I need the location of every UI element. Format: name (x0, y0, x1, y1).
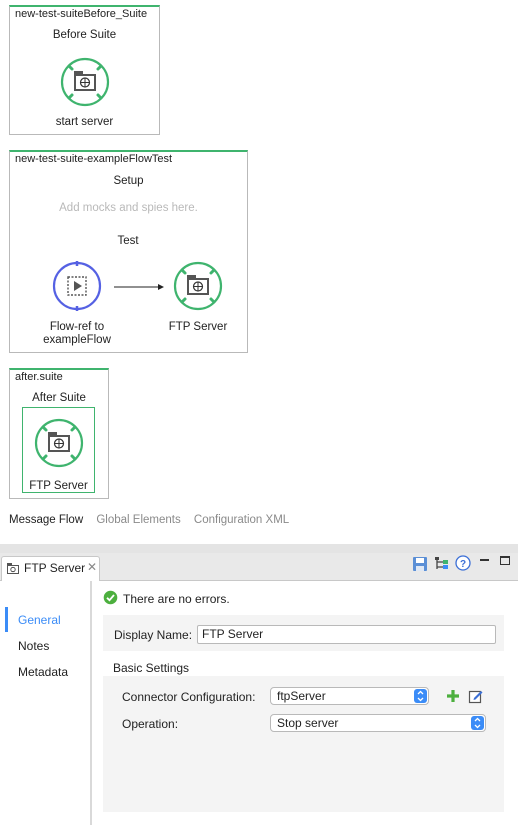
setup-title: Setup (113, 175, 144, 187)
ftp-connector-icon[interactable] (172, 260, 224, 312)
chevron-updown-icon (471, 716, 484, 730)
save-icon[interactable] (412, 556, 428, 572)
display-name-input[interactable]: FTP Server (197, 625, 496, 644)
editor-tab[interactable]: FTP Server ✕ (1, 556, 100, 581)
success-icon (103, 590, 118, 605)
help-icon[interactable]: ? (455, 555, 471, 571)
node-label: start server (55, 116, 114, 128)
scope-title: after.suite (15, 371, 63, 383)
basic-settings-title: Basic Settings (113, 661, 190, 675)
flow-ref-icon[interactable] (51, 260, 103, 312)
operation-label: Operation: (122, 717, 179, 731)
tab-message-flow[interactable]: Message Flow (9, 514, 83, 526)
editor-tab-title: FTP Server (24, 561, 86, 575)
arrow-connector (114, 284, 164, 290)
minimize-icon[interactable] (480, 559, 489, 561)
tab-global-elements[interactable]: Global Elements (96, 514, 180, 526)
nav-metadata[interactable]: Metadata (18, 665, 68, 679)
setup-hint: Add mocks and spies here. (59, 202, 198, 214)
selected-node-frame[interactable]: FTP Server (22, 407, 95, 493)
ftp-tab-icon (7, 563, 19, 574)
operation-value: Stop server (277, 716, 339, 730)
svg-text:?: ? (460, 559, 466, 570)
chevron-updown-icon (414, 689, 427, 703)
tree-icon[interactable] (434, 556, 450, 572)
before-suite-scope[interactable]: new-test-suiteBefore_Suite Before Suite … (9, 5, 160, 135)
tab-configuration-xml[interactable]: Configuration XML (194, 514, 289, 526)
ftp-node-label: FTP Server (168, 321, 228, 333)
flow-ref-label-2: exampleFlow (43, 334, 111, 346)
connector-config-label: Connector Configuration: (122, 690, 256, 704)
flow-ref-label-1: Flow-ref to (49, 321, 105, 333)
operation-select[interactable]: Stop server (270, 714, 486, 732)
edit-icon[interactable] (468, 688, 484, 704)
test-title: Test (117, 235, 139, 247)
connector-config-select[interactable]: ftpServer (270, 687, 429, 705)
nav-active-indicator (5, 607, 8, 632)
view-separator (0, 544, 518, 553)
scope-title: new-test-suite-exampleFlowTest (15, 153, 173, 165)
close-icon[interactable]: ✕ (87, 560, 97, 574)
after-suite-scope[interactable]: after.suite After Suite FTP Server (9, 368, 109, 499)
status-message: There are no errors. (123, 592, 230, 606)
connector-config-value: ftpServer (277, 689, 326, 703)
nav-general[interactable]: General (18, 613, 61, 627)
add-icon[interactable] (446, 689, 460, 703)
test-scope[interactable]: new-test-suite-exampleFlowTest Setup Add… (9, 150, 248, 353)
nav-notes[interactable]: Notes (18, 639, 49, 653)
maximize-icon[interactable] (500, 556, 510, 565)
ftp-connector-icon[interactable] (59, 56, 111, 108)
node-label: FTP Server (29, 480, 88, 492)
ftp-connector-icon[interactable] (33, 417, 85, 469)
section-title: After Suite (32, 392, 86, 404)
scope-title: new-test-suiteBefore_Suite (15, 8, 148, 20)
canvas-tabs: Message Flow Global Elements Configurati… (9, 514, 299, 526)
section-title: Before Suite (52, 29, 117, 41)
display-name-label: Display Name: (114, 628, 193, 642)
